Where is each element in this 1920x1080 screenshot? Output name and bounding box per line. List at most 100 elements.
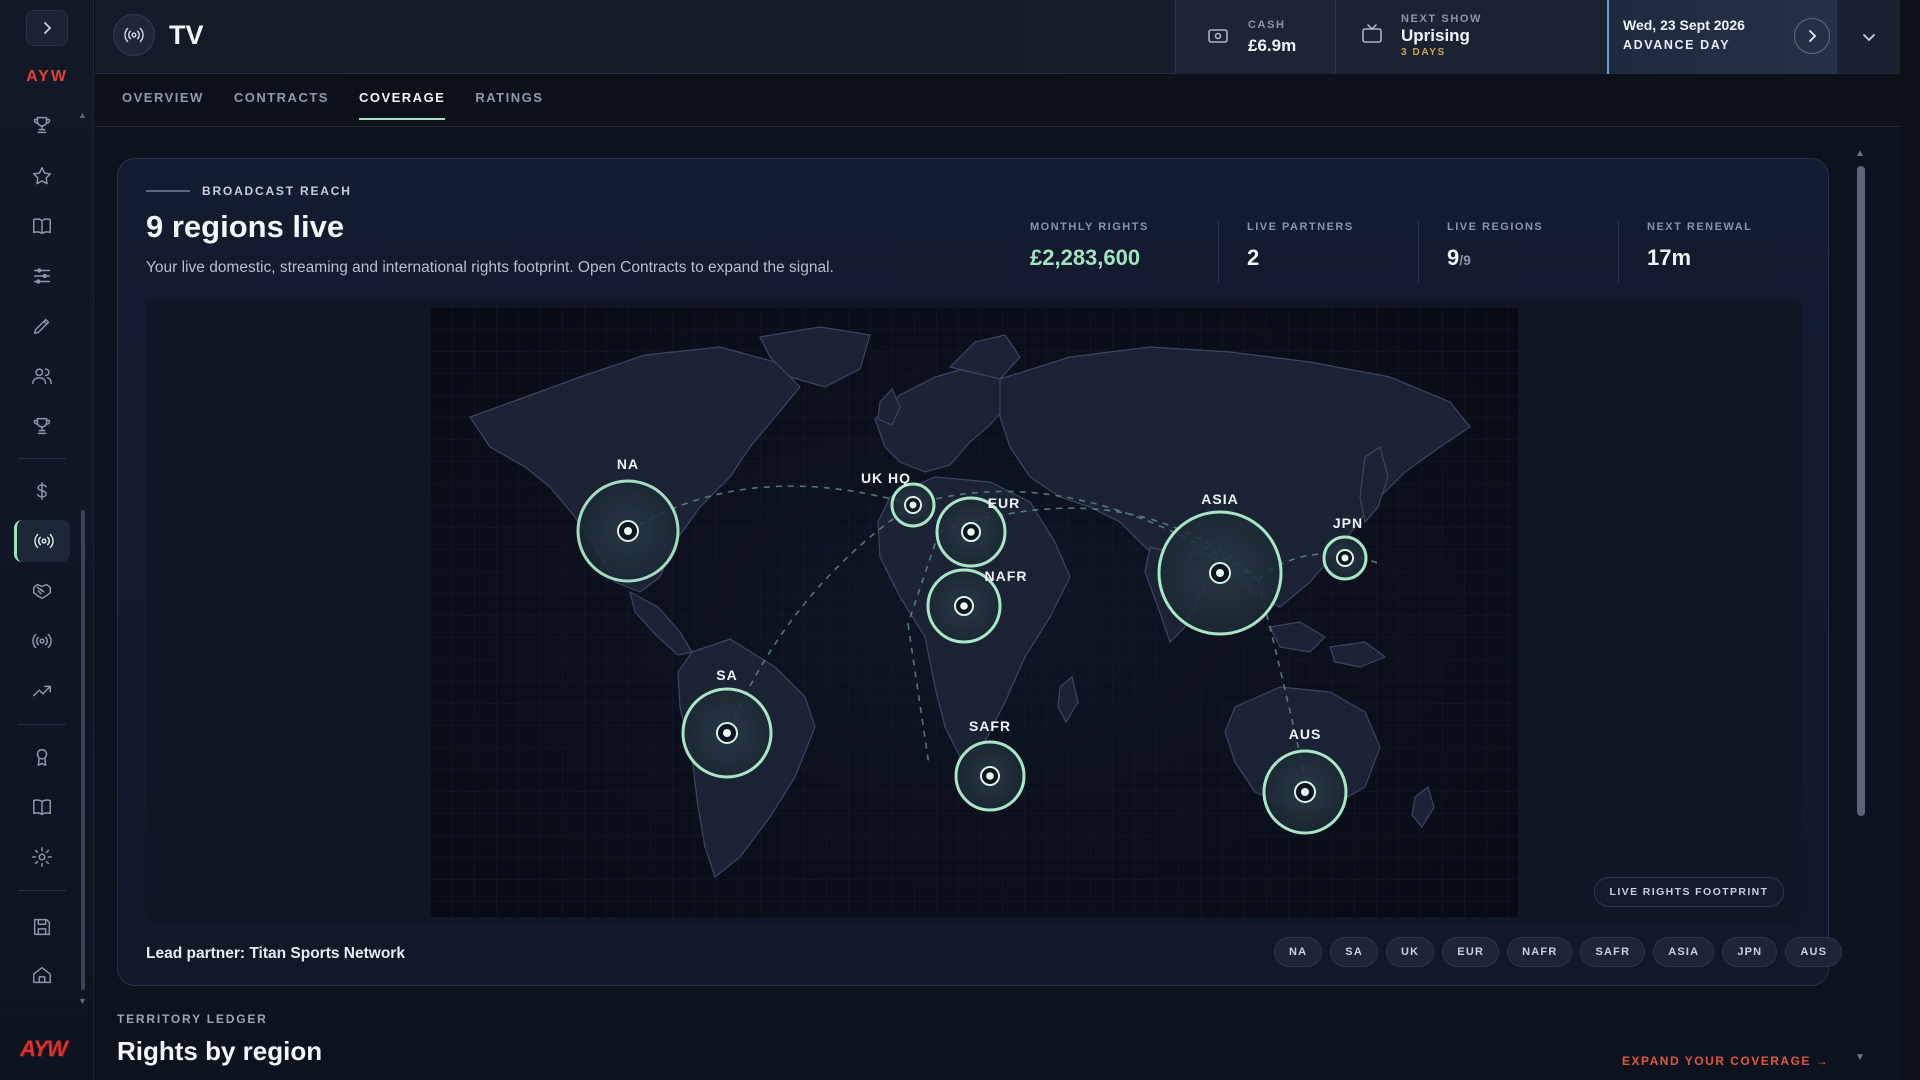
- card-eyebrow: BROADCAST REACH: [146, 184, 352, 198]
- sidebar-item-pencil[interactable]: [14, 305, 70, 347]
- sidebar-item-save[interactable]: [14, 906, 70, 948]
- region-chip-sa[interactable]: SA: [1330, 937, 1378, 967]
- current-date: Wed, 23 Sept 2026: [1623, 17, 1745, 33]
- cash-value: £6.9m: [1248, 36, 1297, 55]
- home-icon: [33, 966, 51, 984]
- scroll-down-icon[interactable]: ▼: [1855, 1052, 1865, 1063]
- scroll-thumb[interactable]: [1857, 166, 1865, 816]
- world-map[interactable]: NA UK HQ EUR NAFR ASIA JPN SA SAFR AUS: [430, 307, 1518, 917]
- sidebar-item-awards[interactable]: [14, 736, 70, 778]
- sidebar-item-book[interactable]: [14, 205, 70, 247]
- handshake-icon: [33, 583, 51, 600]
- sidebar-item-finance[interactable]: [14, 470, 70, 512]
- broadcast-icon: [124, 27, 144, 43]
- award-icon: [36, 748, 48, 766]
- svg-text:NAFR: NAFR: [985, 568, 1028, 584]
- sidebar-scroll-up-icon[interactable]: ▲: [78, 110, 87, 120]
- world-map-svg: NA UK HQ EUR NAFR ASIA JPN SA SAFR AUS: [430, 307, 1518, 917]
- next-show-panel[interactable]: NEXT SHOW Uprising 3 DAYS: [1335, 0, 1605, 74]
- next-renewal-value: 17m: [1647, 245, 1692, 270]
- sidebar-item-tv[interactable]: [14, 520, 70, 562]
- tab-contracts[interactable]: CONTRACTS: [234, 90, 329, 120]
- star-icon: [33, 167, 51, 185]
- svg-text:EUR: EUR: [988, 495, 1021, 511]
- svg-text:UK HQ: UK HQ: [861, 470, 911, 486]
- sidebar-item-trophy[interactable]: [14, 104, 70, 146]
- sidebar-item-sliders[interactable]: [14, 255, 70, 297]
- sidebar-brand: AYW: [26, 68, 68, 85]
- expand-coverage-link[interactable]: EXPAND YOUR COVERAGE →: [1622, 1054, 1829, 1068]
- stats-row: MONTHLY RIGHTS £2,283,600 LIVE PARTNERS …: [1018, 221, 1818, 283]
- live-regions-value: 9/9: [1447, 245, 1471, 270]
- advance-day-button[interactable]: [1794, 18, 1830, 54]
- sidebar-item-championships[interactable]: [14, 405, 70, 447]
- stat-monthly-rights: MONTHLY RIGHTS £2,283,600: [1018, 221, 1218, 283]
- gear-icon: [32, 847, 52, 867]
- live-rights-footprint-button[interactable]: LIVE RIGHTS FOOTPRINT: [1594, 877, 1784, 907]
- pencil-icon: [33, 318, 50, 335]
- next-show-days: 3 DAYS: [1401, 47, 1446, 58]
- main-scrollbar[interactable]: ▲ ▼: [1855, 148, 1865, 1064]
- sidebar-divider: [18, 890, 66, 891]
- header-expand-button[interactable]: [1837, 0, 1900, 74]
- region-chip-aus[interactable]: AUS: [1785, 937, 1843, 967]
- sidebar-divider: [18, 724, 66, 725]
- brand-logo: AYW: [20, 1036, 68, 1061]
- lead-partner: Lead partner: Titan Sports Network: [146, 945, 405, 962]
- region-chip-uk[interactable]: UK: [1385, 937, 1435, 967]
- card-description: Your live domestic, streaming and intern…: [146, 259, 834, 276]
- region-chip-jpn[interactable]: JPN: [1722, 937, 1778, 967]
- trophy-icon: [33, 116, 51, 134]
- trend-icon: [33, 685, 51, 697]
- sidebar-item-home[interactable]: [14, 954, 70, 996]
- monthly-rights-value: £2,283,600: [1030, 245, 1141, 270]
- sidebar-item-users[interactable]: [14, 355, 70, 397]
- broadcast-icon: [33, 533, 54, 549]
- region-chip-na[interactable]: NA: [1274, 937, 1323, 967]
- section-tabs: OVERVIEW CONTRACTS COVERAGE RATINGS: [122, 90, 543, 120]
- sidebar-item-guide[interactable]: [14, 786, 70, 828]
- sidebar-item-star[interactable]: [14, 155, 70, 197]
- sidebar-divider: [18, 458, 66, 459]
- book-icon: [33, 799, 51, 816]
- region-chip-nafr[interactable]: NAFR: [1507, 937, 1573, 967]
- chevron-right-icon: [44, 22, 52, 34]
- tv-icon: [1360, 22, 1384, 46]
- advance-day-label: ADVANCE DAY: [1623, 38, 1731, 52]
- svg-text:SAFR: SAFR: [969, 718, 1011, 734]
- chevron-right-icon: [1809, 30, 1817, 42]
- sidebar-item-broadcast[interactable]: [14, 620, 70, 662]
- stat-live-partners: LIVE PARTNERS 2: [1218, 221, 1418, 283]
- book-icon: [33, 218, 51, 235]
- save-icon: [33, 918, 51, 936]
- users-icon: [32, 368, 52, 385]
- card-eyebrow-text: BROADCAST REACH: [202, 184, 352, 198]
- sidebar-toggle-button[interactable]: [26, 10, 68, 46]
- tv-section-icon-badge: [113, 14, 155, 56]
- stat-next-renewal: NEXT RENEWAL 17m: [1618, 221, 1818, 283]
- sidebar-item-trends[interactable]: [14, 670, 70, 712]
- sidebar-item-partnerships[interactable]: [14, 570, 70, 612]
- broadcast-reach-card: BROADCAST REACH 9 regions live Your live…: [117, 158, 1843, 986]
- scroll-up-icon[interactable]: ▲: [1855, 148, 1865, 159]
- next-show-name: Uprising: [1401, 26, 1470, 45]
- cash-panel[interactable]: CASH £6.9m: [1175, 0, 1335, 74]
- svg-text:AUS: AUS: [1289, 726, 1322, 742]
- region-chip-asia[interactable]: ASIA: [1653, 937, 1715, 967]
- sidebar-scroll-down-icon[interactable]: ▼: [78, 996, 87, 1006]
- svg-text:JPN: JPN: [1333, 515, 1363, 531]
- region-chip-safr[interactable]: SAFR: [1580, 937, 1646, 967]
- chevron-down-icon: [1862, 34, 1875, 42]
- sidebar-item-settings[interactable]: [14, 836, 70, 878]
- top-header: TV CASH £6.9m NEXT SHOW Uprising 3 DAYS …: [95, 0, 1900, 74]
- tab-ratings[interactable]: RATINGS: [475, 90, 543, 120]
- ledger-eyebrow: TERRITORY LEDGER: [117, 1012, 268, 1026]
- tab-coverage[interactable]: COVERAGE: [358, 90, 446, 120]
- live-partners-value: 2: [1247, 245, 1260, 270]
- svg-text:SA: SA: [716, 667, 737, 683]
- cash-label: CASH: [1248, 19, 1286, 31]
- sidebar-scrollbar[interactable]: [81, 510, 85, 990]
- cash-icon: [1206, 24, 1230, 48]
- tab-overview[interactable]: OVERVIEW: [122, 90, 204, 120]
- region-chip-eur[interactable]: EUR: [1442, 937, 1500, 967]
